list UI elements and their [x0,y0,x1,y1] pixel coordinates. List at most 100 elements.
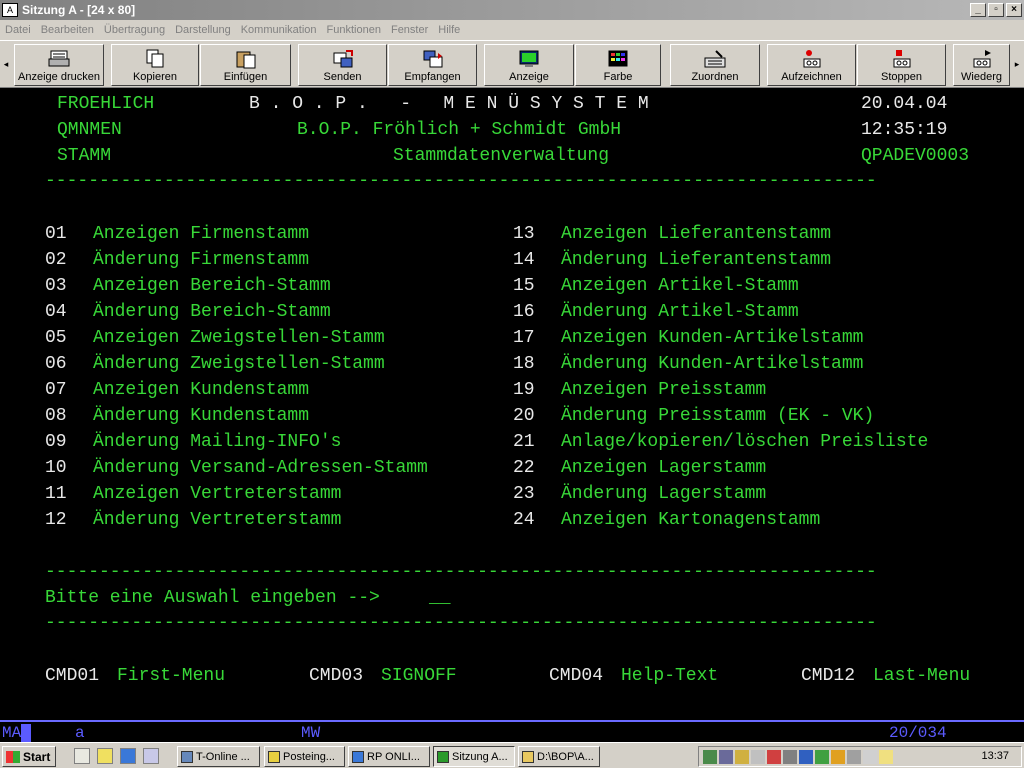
option-label: Anzeigen Artikel-Stamm [561,276,799,296]
maximize-button[interactable]: ▫ [988,3,1004,17]
color-icon [608,50,628,67]
menu-fenster[interactable]: Fenster [386,24,433,36]
keyboard-map-icon [704,50,726,68]
option-number: 14 [513,250,535,270]
terminal-session-icon [437,750,449,763]
menu-hilfe[interactable]: Hilfe [433,24,465,36]
receive-icon [423,50,442,68]
menu-bearbeiten[interactable]: Bearbeiten [36,24,99,36]
internet-explorer-icon[interactable] [120,748,136,764]
tray-security-icon[interactable] [767,750,781,764]
option-number: 02 [45,250,67,270]
task-posteingang[interactable]: Posteing... [264,746,345,767]
header-subtitle: Stammdatenverwaltung [393,146,610,166]
cmd12-label[interactable]: Last-Menu [873,666,970,686]
record-icon [803,50,820,68]
start-button[interactable]: Start [2,746,56,767]
window-title: Sitzung A - [24 x 80] [22,3,136,17]
record-button[interactable]: Aufzeichnen [767,44,856,86]
receive-button[interactable]: Empfangen [388,44,477,86]
option-label: Änderung Kundenstamm [93,406,310,426]
playback-label: Wiederg [961,71,1002,83]
menu-datei[interactable]: Datei [0,24,36,36]
taskbar: Start T-Online ... Posteing... RP ONLI..… [0,742,1024,768]
task-explorer-folder[interactable]: D:\BOP\A... [518,746,600,767]
stop-button[interactable]: Stoppen [857,44,946,86]
tray-network-icon[interactable] [703,750,717,764]
cmd04-key: CMD04 [549,666,604,686]
tray-globe-icon[interactable] [799,750,813,764]
menu-darstellung[interactable]: Darstellung [170,24,236,36]
record-label: Aufzeichnen [781,71,842,83]
taskbar-clock: 13:37 [981,750,1009,762]
option-label: Änderung Lagerstamm [561,484,767,504]
task-t-online[interactable]: T-Online ... [177,746,260,767]
toolbar-scroll-right-icon[interactable]: ▸ [1011,43,1023,85]
header-device: QPADEV0003 [861,146,970,166]
tray-volume-icon[interactable] [863,750,877,764]
option-number: 05 [45,328,67,348]
color-button[interactable]: Farbe [575,44,661,86]
tray-drive-icon[interactable] [847,750,861,764]
display-button[interactable]: Anzeige [484,44,574,86]
menu-funktionen[interactable]: Funktionen [322,24,386,36]
quicklaunch-app-icon[interactable] [97,748,113,764]
option-label: Anzeigen Bereich-Stamm [93,276,331,296]
status-cursor-block [21,724,31,742]
header-date: 20.04.04 [861,94,948,114]
option-number: 10 [45,458,67,478]
send-label: Senden [323,71,362,83]
quicklaunch-network-icon[interactable] [143,748,159,764]
t-online-icon [181,750,193,763]
tray-printer-icon[interactable] [735,750,749,764]
minimize-button[interactable]: _ [970,3,986,17]
option-number: 19 [513,380,535,400]
option-label: Anzeigen Kundenstamm [93,380,310,400]
tray-media-icon[interactable] [783,750,797,764]
assign-button[interactable]: Zuordnen [670,44,760,86]
status-mode: MA [2,724,31,742]
menu-uebertragung[interactable]: Übertragung [99,24,170,36]
tray-messenger-icon[interactable] [815,750,829,764]
header-user: FROEHLICH [57,94,155,114]
option-label: Anzeigen Zweigstellen-Stamm [93,328,385,348]
cmd03-label[interactable]: SIGNOFF [381,666,457,686]
option-label: Änderung Firmenstamm [93,250,310,270]
separator-bottom: ----------------------------------------… [45,613,877,633]
print-screen-button[interactable]: Anzeige drucken [14,44,104,86]
terminal-statusbar: MA a MW 20/034 [0,720,1024,742]
option-number: 07 [45,380,67,400]
cmd01-label[interactable]: First-Menu [117,666,225,686]
option-label: Anzeigen Firmenstamm [93,224,310,244]
folder-icon [522,750,534,763]
copy-button[interactable]: Kopieren [111,44,199,86]
assign-label: Zuordnen [691,71,739,83]
option-label: Anzeigen Kunden-Artikelstamm [561,328,864,348]
tray-monitor-icon[interactable] [719,750,733,764]
option-number: 13 [513,224,535,244]
task-rp-online[interactable]: RP ONLI... [348,746,430,767]
close-button[interactable]: × [1006,3,1022,17]
separator-middle: ----------------------------------------… [45,562,877,582]
session-app-icon[interactable]: A [2,3,18,17]
start-label: Start [23,749,51,764]
option-number: 08 [45,406,67,426]
tray-envelope-icon[interactable] [879,750,893,764]
selection-input[interactable]: __ [429,588,451,608]
tray-update-icon[interactable] [831,750,845,764]
status-cursor-position: 20/034 [889,724,947,742]
cmd04-label[interactable]: Help-Text [621,666,718,686]
tray-pen-icon[interactable] [751,750,765,764]
paste-button[interactable]: Einfügen [200,44,291,86]
show-desktop-icon[interactable] [74,748,90,764]
menu-kommunikation[interactable]: Kommunikation [236,24,322,36]
option-label: Anzeigen Lagerstamm [561,458,767,478]
terminal-screen[interactable]: FROEHLICH B . O . P . - M E N Ü S Y S T … [0,88,1024,720]
task-sitzung-a[interactable]: Sitzung A... [433,746,515,767]
toolbar-scroll-left-icon[interactable]: ◂ [0,43,12,85]
status-indicator-mw: MW [301,724,321,742]
send-button[interactable]: Senden [298,44,387,86]
status-indicator-a: a [75,724,85,742]
playback-button[interactable]: Wiederg [953,44,1010,86]
option-number: 11 [45,484,67,504]
